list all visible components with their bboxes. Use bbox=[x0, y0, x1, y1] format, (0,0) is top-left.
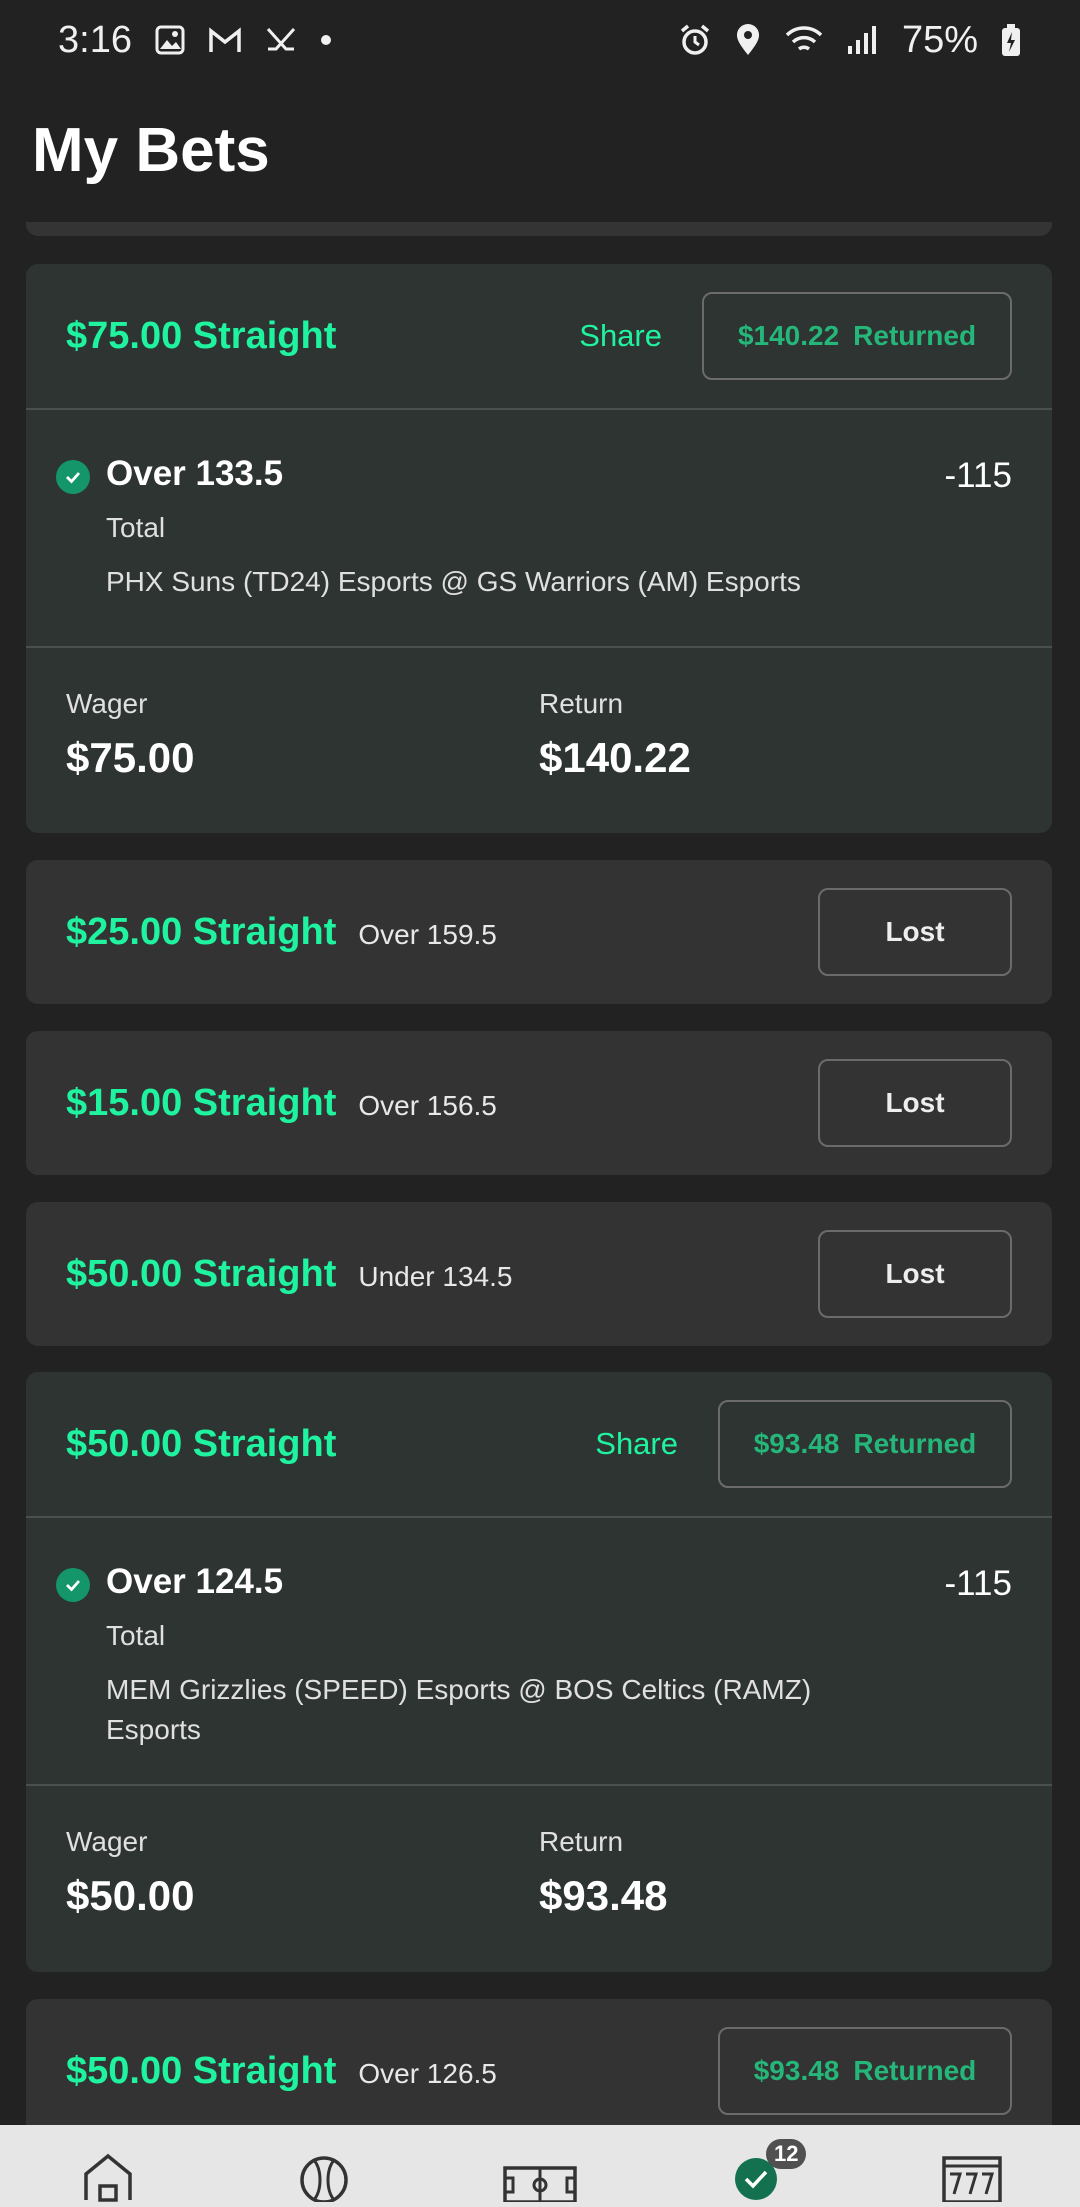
share-button[interactable]: Share bbox=[579, 318, 662, 354]
bet-card-header[interactable]: $50.00 Straight Share $93.48 Returned bbox=[26, 1372, 1052, 1516]
bet-card[interactable]: $15.00 Straight Over 156.5 Lost bbox=[26, 1031, 1052, 1175]
nav-casino[interactable] bbox=[922, 2125, 1022, 2207]
sports-ball-icon bbox=[297, 2148, 351, 2207]
lost-status-button[interactable]: Lost bbox=[818, 888, 1012, 976]
bet-selection-summary: Over 159.5 bbox=[358, 919, 497, 950]
bet-card-header[interactable]: $75.00 Straight Share $140.22 Returned bbox=[26, 264, 1052, 408]
bet-selection-summary: Under 134.5 bbox=[358, 1261, 513, 1292]
gmail-icon bbox=[208, 26, 242, 54]
nav-my-bets[interactable]: 12 bbox=[706, 2125, 807, 2207]
share-button[interactable]: Share bbox=[595, 1426, 678, 1462]
alarm-icon bbox=[678, 23, 712, 57]
wager-amount: $50.00 bbox=[66, 1872, 195, 1919]
status-time: 3:16 bbox=[58, 18, 132, 61]
battery-charging-icon bbox=[1000, 23, 1022, 57]
return-label: Return bbox=[539, 688, 624, 719]
returned-button[interactable]: $140.22 Returned bbox=[702, 292, 1012, 380]
event-name: PHX Suns (TD24) Esports @ GS Warriors (A… bbox=[106, 566, 801, 597]
signal-icon bbox=[846, 24, 880, 56]
bet-card-header[interactable]: $50.00 Straight Under 134.5 Lost bbox=[26, 1202, 1052, 1346]
bet-title: $50.00 Straight bbox=[66, 1422, 337, 1465]
lost-status-button[interactable]: Lost bbox=[818, 1059, 1012, 1147]
return-amount: $93.48 bbox=[539, 1872, 668, 1919]
nav-live[interactable] bbox=[490, 2125, 590, 2207]
selection-odds: -115 bbox=[944, 456, 1012, 495]
returned-label: Returned bbox=[853, 320, 977, 351]
returned-amount: $93.48 bbox=[753, 1428, 840, 1459]
wager-label: Wager bbox=[66, 688, 148, 719]
bet-title: $75.00 Straight bbox=[66, 314, 337, 357]
market-type: Total bbox=[106, 1620, 166, 1651]
my-bets-count-badge: 12 bbox=[766, 2139, 807, 2169]
won-check-icon bbox=[56, 460, 90, 494]
lost-status-button[interactable]: Lost bbox=[818, 1230, 1012, 1318]
bet-card[interactable]: $50.00 Straight Under 134.5 Lost bbox=[26, 1202, 1052, 1346]
bet-title: $50.00 Straight bbox=[66, 1252, 337, 1295]
returned-label: Returned bbox=[853, 1428, 977, 1459]
nav-home[interactable] bbox=[58, 2125, 158, 2207]
selection-name: Over 133.5 bbox=[106, 454, 284, 493]
wager-label: Wager bbox=[66, 1826, 148, 1857]
page-title: My Bets bbox=[32, 116, 270, 185]
field-icon bbox=[502, 2158, 578, 2207]
bet-title: $15.00 Straight bbox=[66, 1081, 337, 1124]
wager-return-row: Wager $50.00 Return $93.48 bbox=[26, 1786, 1052, 1976]
wager-return-row: Wager $75.00 Return $140.22 bbox=[26, 648, 1052, 838]
bet-card[interactable]: $50.00 Straight Share $93.48 Returned Ov… bbox=[26, 1372, 1052, 1972]
market-type: Total bbox=[106, 512, 166, 543]
battery-percent: 75% bbox=[901, 18, 978, 61]
bet-title: $50.00 Straight bbox=[66, 2049, 337, 2092]
location-icon bbox=[734, 23, 762, 57]
returned-amount: $93.48 bbox=[753, 2055, 840, 2086]
status-bar: 3:16 75% bbox=[0, 0, 1080, 80]
hockey-icon bbox=[264, 25, 298, 55]
bet-card[interactable]: $25.00 Straight Over 159.5 Lost bbox=[26, 860, 1052, 1004]
event-name: MEM Grizzlies (SPEED) Esports @ BOS Celt… bbox=[106, 1674, 812, 1745]
returned-label: Returned bbox=[853, 2055, 977, 2086]
casino-777-icon bbox=[940, 2152, 1004, 2207]
bet-selection: Over 124.5 -115 Total MEM Grizzlies (SPE… bbox=[26, 1518, 1052, 1784]
selection-name: Over 124.5 bbox=[106, 1562, 284, 1601]
wifi-icon bbox=[784, 23, 824, 57]
bet-card-header[interactable]: $50.00 Straight Over 126.5 $93.48 Return… bbox=[26, 1999, 1052, 2143]
gallery-icon bbox=[154, 24, 186, 56]
previous-bet-card-edge[interactable] bbox=[26, 222, 1052, 236]
returned-button[interactable]: $93.48 Returned bbox=[718, 2027, 1012, 2115]
selection-odds: -115 bbox=[944, 1564, 1012, 1603]
bet-card-header[interactable]: $25.00 Straight Over 159.5 Lost bbox=[26, 860, 1052, 1004]
returned-amount: $140.22 bbox=[737, 320, 840, 351]
nav-sports[interactable] bbox=[274, 2125, 374, 2207]
bet-selection-summary: Over 156.5 bbox=[358, 1090, 497, 1121]
returned-button[interactable]: $93.48 Returned bbox=[718, 1400, 1012, 1488]
wager-amount: $75.00 bbox=[66, 734, 195, 781]
won-check-icon bbox=[56, 1568, 90, 1602]
bet-selection: Over 133.5 -115 Total PHX Suns (TD24) Es… bbox=[26, 410, 1052, 646]
bet-card[interactable]: $75.00 Straight Share $140.22 Returned O… bbox=[26, 264, 1052, 833]
bottom-nav: 12 bbox=[0, 2125, 1080, 2207]
return-amount: $140.22 bbox=[539, 734, 691, 781]
bet-selection-summary: Over 126.5 bbox=[358, 2058, 497, 2089]
bet-card-header[interactable]: $15.00 Straight Over 156.5 Lost bbox=[26, 1031, 1052, 1175]
return-label: Return bbox=[539, 1826, 624, 1857]
home-icon bbox=[80, 2150, 136, 2207]
notification-dot-icon bbox=[320, 34, 332, 46]
bet-title: $25.00 Straight bbox=[66, 910, 337, 953]
